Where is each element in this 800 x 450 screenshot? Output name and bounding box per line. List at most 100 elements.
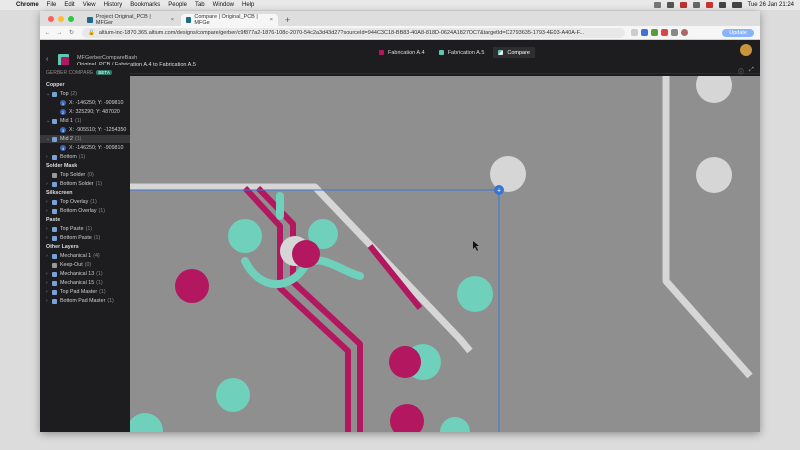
tab-fabrication-a4[interactable]: Fabrication A.4 [374,47,430,58]
menu-view[interactable]: View [83,2,96,8]
layer-label: Top [60,91,69,97]
layer-icon [52,199,57,205]
extension-icon[interactable] [641,29,648,36]
wifi-icon[interactable] [718,2,726,8]
layer-count: (1) [85,226,93,232]
layer-row-mid-2[interactable]: ⌄ Mid 2 (1) [40,135,130,143]
menu-people[interactable]: People [168,2,187,8]
pcb-view[interactable]: + [130,76,760,432]
layer-label: Top Solder [60,172,86,178]
difference-number-badge: 3 [60,127,66,133]
back-button[interactable]: ‹ [46,56,48,63]
layer-row-mechanical-1[interactable]: › Mechanical 1 (4) [40,252,130,260]
status-icon[interactable] [692,2,700,8]
battery-icon[interactable] [731,2,742,8]
status-icon[interactable] [679,2,687,8]
pad [292,240,320,268]
layer-icon [52,262,57,268]
extension-icon[interactable] [651,29,658,36]
layer-row-mechanical-15[interactable]: › Mechanical 15 (1) [40,279,130,287]
layer-count: (1) [93,235,101,241]
layer-icon [52,172,57,178]
difference-item[interactable]: 4 X: -146250; Y: -909810 [40,144,130,152]
status-icon[interactable] [666,2,674,8]
altium-favicon-icon [186,17,192,23]
layer-row-bottom-paste[interactable]: › Bottom Paste (1) [40,234,130,242]
expand-icon[interactable]: ⤢ [749,67,754,74]
difference-number-badge: 2 [60,109,66,115]
menu-help[interactable]: Help [242,2,254,8]
layer-row-top[interactable]: ⌄ Top (2) [40,90,130,98]
layer-icon [52,181,57,187]
layer-label: Bottom Overlay [60,208,97,214]
menu-history[interactable]: History [104,2,123,8]
close-tab-icon[interactable]: × [171,17,174,23]
layer-icon [52,253,57,259]
difference-item[interactable]: 2 X: 325290; Y: 487020 [40,108,130,116]
layer-row-mechanical-13[interactable]: › Mechanical 13 (1) [40,270,130,278]
tab-fabrication-a5[interactable]: Fabrication A.5 [434,47,490,58]
layer-count: (1) [107,298,114,304]
menu-tab[interactable]: Tab [195,2,205,8]
tab-compare[interactable]: Compare [493,47,535,58]
layer-label: Top Overlay [60,199,89,205]
info-icon[interactable]: ⓘ [738,67,744,76]
menu-chrome[interactable]: Chrome [16,2,39,8]
extension-icon[interactable] [671,29,678,36]
tab-strip: Project Original_PCB | MFGer × Compare |… [40,11,760,26]
difference-number-badge: 1 [60,100,66,106]
user-avatar[interactable] [740,44,752,56]
layer-icon [52,154,57,160]
tab-label: Compare | Original_PCB | MFGe [194,14,258,26]
star-icon[interactable] [631,29,638,36]
difference-item[interactable]: 3 X: -905510; Y: -1254350 [40,126,130,134]
layer-row-top-pad-master[interactable]: › Top Pad Master (1) [40,288,130,296]
beta-badge: BETA [96,70,112,75]
gerber-compare-canvas[interactable]: + [130,76,760,432]
layer-row-bottom-overlay[interactable]: › Bottom Overlay (1) [40,207,130,215]
layer-row-top-overlay[interactable]: › Top Overlay (1) [40,198,130,206]
new-tab-button[interactable]: + [285,15,290,25]
layer-count: (1) [90,199,97,205]
layer-label: Bottom Solder [60,181,94,187]
layer-count: (2) [70,91,78,97]
pad [389,346,421,378]
forward-icon[interactable]: → [55,30,64,36]
difference-coordinates: X: 325290; Y: 487020 [69,109,120,115]
layer-label: Mechanical 13 [60,271,95,277]
browser-tab-project[interactable]: Project Original_PCB | MFGer × [82,14,179,26]
address-bar[interactable]: 🔒 altium-inc-1870.365.altium.com/designs… [82,27,625,38]
back-icon[interactable]: ← [43,30,52,36]
difference-item[interactable]: 1 X: -146250; Y: -909810 [40,99,130,107]
layer-count: (0) [87,172,94,178]
menu-file[interactable]: File [47,2,57,8]
layer-row-keep-out[interactable]: Keep-Out (0) [40,261,130,269]
profile-avatar-icon[interactable] [681,29,688,36]
layer-row-top-paste[interactable]: › Top Paste (1) [40,225,130,233]
status-icon[interactable] [705,2,713,8]
close-window-button[interactable] [48,15,54,22]
extension-icon[interactable] [661,29,668,36]
layer-icon [52,298,57,304]
reload-icon[interactable]: ↻ [67,29,76,36]
close-tab-icon[interactable]: × [270,17,273,23]
url-text: altium-inc-1870.365.altium.com/designs/c… [98,29,585,36]
zoom-window-button[interactable] [68,15,74,22]
menu-window[interactable]: Window [213,2,234,8]
menu-edit[interactable]: Edit [64,2,74,8]
layer-row-bottom-pad-master[interactable]: › Bottom Pad Master (1) [40,297,130,305]
layer-row-mid-1[interactable]: ⌄ Mid 1 (1) [40,117,130,125]
layer-label: Top Pad Master [60,289,98,295]
breadcrumb-project[interactable]: MFGerberCompareBash [77,55,137,61]
layer-row-bottom[interactable]: › Bottom (1) [40,153,130,161]
minimize-window-button[interactable] [58,15,64,22]
update-button[interactable]: Update [722,28,754,37]
browser-window: Project Original_PCB | MFGer × Compare |… [40,11,760,432]
section-other-layers: Other Layers [46,244,79,250]
status-icon[interactable] [653,2,661,8]
menu-bookmarks[interactable]: Bookmarks [130,2,160,8]
browser-tab-compare[interactable]: Compare | Original_PCB | MFGe × [181,14,278,26]
layer-row-bottom-solder[interactable]: › Bottom Solder (1) [40,180,130,188]
layer-row-top-solder[interactable]: Top Solder (0) [40,171,130,179]
clock[interactable]: Tue 26 Jan 21:24 [748,2,794,8]
